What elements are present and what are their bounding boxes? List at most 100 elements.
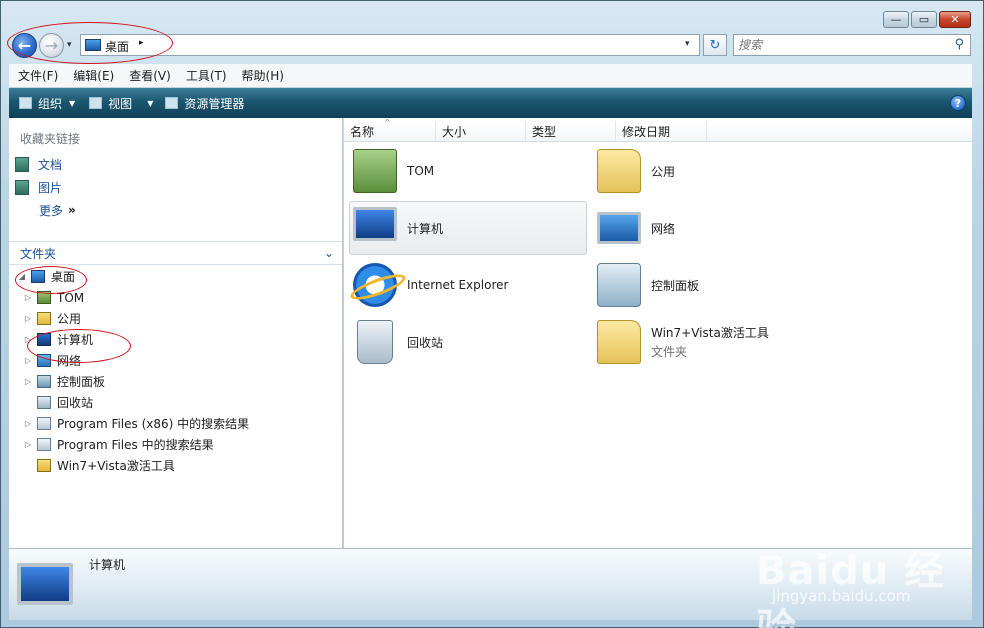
column-type-label: 类型 [532,125,557,139]
file-item-control-panel[interactable]: 控制面板 [594,258,832,312]
folders-title: 文件夹 [20,246,57,261]
user-folder-icon [353,149,397,193]
tree-item-public[interactable]: ▷ 公用 [17,308,337,329]
file-item-internet-explorer[interactable]: Internet Explorer [350,258,588,312]
address-dropdown-icon[interactable]: ▾ [685,39,690,49]
column-size[interactable]: 大小 [436,121,526,142]
folder-tree: ◢ 桌面 ▷ TOM ▷ 公用 ▷ 计算机 ▷ 网络 ▷ 控制面板 回收站 ▷ … [17,266,337,476]
navigation-pane: 收藏夹链接 文档 图片 更多 » 文件夹 ⌄ ◢ 桌面 ▷ TOM ▷ 公用 ▷… [9,118,343,548]
search-folder-icon [37,417,51,430]
column-name[interactable]: 名称 ^ [344,118,436,142]
computer-icon [353,207,397,241]
column-size-label: 大小 [442,125,467,139]
organize-label: 组织 [38,96,63,111]
favorite-documents[interactable]: 文档 [15,154,62,174]
search-input[interactable] [738,37,948,53]
tree-item-label: Program Files 中的搜索结果 [57,438,214,452]
explorer-label: 资源管理器 [184,96,245,111]
file-item-tom[interactable]: TOM [350,144,588,198]
chevron-down-icon: ▼ [69,98,76,108]
file-item-name: TOM [407,164,435,178]
menu-tools[interactable]: 工具(T) [177,67,233,84]
annotation-ellipse [27,329,131,363]
organize-button[interactable]: 组织 ▼ [19,95,75,112]
search-icon[interactable]: ⚲ [954,37,964,52]
file-item-type: 文件夹 [651,345,688,359]
tree-item-search-x86[interactable]: ▷ Program Files (x86) 中的搜索结果 [17,413,337,434]
folder-icon [597,149,641,193]
expand-icon[interactable]: ▷ [23,440,33,449]
file-item-public[interactable]: 公用 [594,144,832,198]
chevron-down-icon: ⌄ [323,246,334,260]
computer-icon [17,563,73,605]
tree-item-control-panel[interactable]: ▷ 控制面板 [17,371,337,392]
organize-icon [19,97,32,109]
tree-item-label: Program Files (x86) 中的搜索结果 [57,417,250,431]
tree-item-recycle-bin[interactable]: 回收站 [17,392,337,413]
pictures-icon [15,179,29,195]
menu-bar: 文件(F) 编辑(E) 查看(V) 工具(T) 帮助(H) [9,64,972,88]
expand-icon[interactable]: ▷ [23,377,33,386]
tree-item-search-program-files[interactable]: ▷ Program Files 中的搜索结果 [17,434,337,455]
file-item-name: 网络 [651,221,676,236]
views-icon [89,97,103,109]
favorite-links-title: 收藏夹链接 [20,132,81,146]
baidu-watermark-logo: Baidu 经验 [756,548,946,628]
tree-item-label: 控制面板 [57,375,106,389]
file-item-recycle-bin[interactable]: 回收站 [350,315,588,369]
internet-explorer-icon [353,263,397,307]
column-name-label: 名称 [350,125,375,139]
column-header-row: 名称 ^ 大小 类型 修改日期 [344,118,972,142]
control-panel-icon [37,375,51,388]
recycle-bin-icon [37,396,51,409]
views-label: 视图 [108,96,133,111]
file-item-name: 公用 [651,164,676,179]
command-bar: 组织 ▼ 视图 ▼ 资源管理器 ? [9,88,972,118]
search-box[interactable]: ⚲ [733,34,971,56]
more-label: 更多 [39,203,64,218]
minimize-button[interactable]: — [883,11,909,28]
file-item-name: Internet Explorer [407,278,509,292]
file-item-computer[interactable]: 计算机 [349,201,587,255]
documents-icon [15,156,29,172]
column-type[interactable]: 类型 [526,121,616,142]
details-item-name: 计算机 [89,558,126,572]
explorer-button[interactable]: 资源管理器 [165,95,244,112]
folders-header[interactable]: 文件夹 ⌄ [9,241,342,265]
file-item-activation-tool[interactable]: Win7+Vista激活工具 文件夹 [594,315,832,369]
favorite-more[interactable]: 更多 » [39,200,76,220]
address-bar[interactable]: 桌面 ▸ ▾ [80,34,700,56]
tree-item-label: Win7+Vista激活工具 [57,459,175,473]
annotation-ellipse [15,266,87,294]
menu-view[interactable]: 查看(V) [120,67,177,84]
search-folder-icon [37,438,51,451]
explorer-icon [165,97,179,109]
favorite-label: 文档 [38,157,63,172]
folder-icon [597,320,641,364]
close-button[interactable]: ✕ [939,11,971,28]
maximize-button[interactable]: ▭ [911,11,937,28]
double-chevron-icon: » [68,203,76,217]
column-modified-label: 修改日期 [622,125,671,139]
network-icon [597,212,641,244]
favorite-label: 图片 [38,180,63,195]
column-modified[interactable]: 修改日期 [616,121,707,142]
sort-ascending-icon: ^ [384,118,391,127]
file-item-network[interactable]: 网络 [594,201,832,255]
menu-edit[interactable]: 编辑(E) [64,67,120,84]
chevron-down-icon: ▼ [147,98,154,108]
favorite-pictures[interactable]: 图片 [15,177,62,197]
expand-icon[interactable]: ▷ [23,356,33,365]
menu-file[interactable]: 文件(F) [9,67,64,84]
views-button[interactable]: 视图 ▼ [89,95,153,112]
expand-icon[interactable]: ▷ [23,293,33,302]
file-item-name: Win7+Vista激活工具 [651,326,769,340]
tree-item-label: 公用 [57,312,82,326]
control-panel-icon [597,263,641,307]
expand-icon[interactable]: ▷ [23,314,33,323]
help-icon[interactable]: ? [950,95,966,111]
menu-help[interactable]: 帮助(H) [233,67,290,84]
tree-item-activation-tool[interactable]: Win7+Vista激活工具 [17,455,337,476]
refresh-button[interactable]: ↻ [703,34,727,56]
expand-icon[interactable]: ▷ [23,419,33,428]
